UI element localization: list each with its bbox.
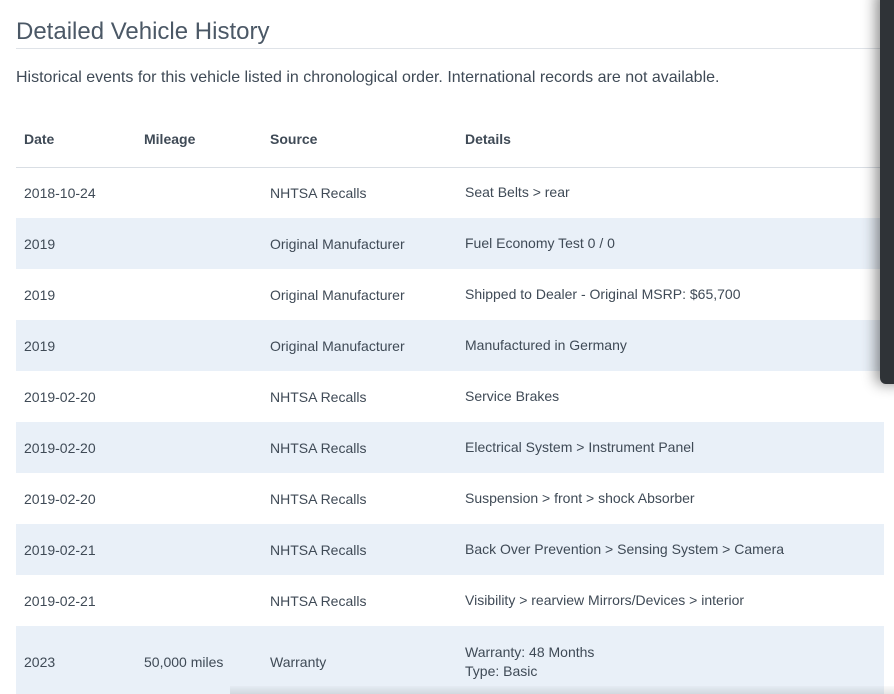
cell-mileage xyxy=(136,422,262,473)
cell-date: 2019-02-20 xyxy=(24,490,96,507)
table-row: 2018-10-24 NHTSA Recalls Seat Belts > rear xyxy=(16,167,884,218)
details-line: Visibility > rearview Mirrors/Devices > … xyxy=(465,592,745,608)
details-line: Type: Basic xyxy=(465,662,538,679)
table-row: 2019-02-20 NHTSA Recalls Electrical System… xyxy=(16,422,884,473)
table-row: 2019-02-20 NHTSA Recalls Suspension > fron… xyxy=(16,473,884,524)
cell-mileage xyxy=(136,167,262,218)
details-line: Manufactured in Germany xyxy=(465,337,627,353)
table-row: 2023 50,000 miles Warranty Warranty: 48 Mon… xyxy=(16,626,884,694)
cell-source: NHTSA Recalls xyxy=(262,524,457,575)
cell-mileage xyxy=(136,473,262,524)
table-row: 2019 Original Manufacturer Fuel Economy Te… xyxy=(16,218,884,269)
cell-date: 2019-02-21 xyxy=(16,524,136,575)
header-mileage[interactable]: Mileage xyxy=(136,112,262,168)
cell-details: Back Over Prevention > Sensing System > … xyxy=(457,524,884,575)
cell-details: Shipped to Dealer - Original MSRP: $65,7… xyxy=(457,269,884,320)
details-line: Seat Belts > rear xyxy=(465,184,570,201)
details-line: Warranty: 48 Months xyxy=(465,643,595,660)
details-line: Back Over Prevention > Sensing System > … xyxy=(465,541,785,557)
page: Detailed Vehicle History Historical even… xyxy=(0,0,894,694)
details-line: Service Brakes xyxy=(465,388,560,404)
cell-source: Warranty xyxy=(262,626,457,694)
details-line: Electrical System > Instrument Panel xyxy=(465,439,695,455)
cell-date: 2019 xyxy=(16,218,136,269)
table-row: 2019-02-20 NHTSA Recalls Service Brakes xyxy=(16,371,884,422)
cell-source: NHTSA Recalls xyxy=(270,592,367,609)
details-line: Suspension > front > shock Absorber xyxy=(465,490,695,506)
cell-details: Manufactured in Germany xyxy=(457,320,884,371)
title-divider xyxy=(16,48,884,49)
cell-mileage xyxy=(136,575,262,626)
cell-source: NHTSA Recalls xyxy=(262,422,457,473)
cell-mileage xyxy=(136,218,262,269)
cell-date: 2023 xyxy=(16,626,136,694)
header-details[interactable]: Details xyxy=(457,112,884,168)
vehicle-history-table: Date Mileage Source Details 2018-10-24 NH… xyxy=(16,112,884,694)
cell-mileage xyxy=(136,269,262,320)
main-content: Detailed Vehicle History Historical even… xyxy=(16,0,884,694)
cell-details: Warranty: 48 Months Type: Basic xyxy=(457,626,884,694)
cell-source: Original Manufacturer xyxy=(270,286,405,303)
details-line: Fuel Economy Test 0 / 0 xyxy=(465,235,615,251)
table-body: 2018-10-24 NHTSA Recalls Seat Belts > rear… xyxy=(16,167,884,694)
cell-details: Visibility > rearview Mirrors/Devices > … xyxy=(457,575,884,626)
cell-mileage xyxy=(136,371,262,422)
cell-source: Original Manufacturer xyxy=(262,218,457,269)
table-header-row: Date Mileage Source Details xyxy=(16,112,884,168)
cell-details: Suspension > front > shock Absorber xyxy=(457,473,884,524)
cell-date: 2018-10-24 xyxy=(24,184,96,201)
cell-source: NHTSA Recalls xyxy=(270,184,367,201)
header-date[interactable]: Date xyxy=(16,112,136,168)
cell-mileage xyxy=(136,524,262,575)
cell-date: 2019-02-20 xyxy=(16,422,136,473)
cell-date: 2019 xyxy=(24,286,56,303)
cell-source: NHTSA Recalls xyxy=(270,490,367,507)
cell-details: Service Brakes xyxy=(457,371,884,422)
side-panel-edge[interactable] xyxy=(880,0,894,384)
cell-date: 2019-02-21 xyxy=(24,592,96,609)
details-line: Shipped to Dealer - Original MSRP: $65,7… xyxy=(465,286,741,302)
table-row: 2019-02-21 NHTSA Recalls Back Over Prevent… xyxy=(16,524,884,575)
bottom-shadow xyxy=(230,686,894,694)
cell-details: Fuel Economy Test 0 / 0 xyxy=(457,218,884,269)
table-row: 2019-02-21 NHTSA Recalls Visibility > rear… xyxy=(16,575,884,626)
cell-source: NHTSA Recalls xyxy=(270,388,367,405)
intro-text: Historical events for this vehicle liste… xyxy=(16,69,720,86)
cell-mileage xyxy=(136,320,262,371)
cell-details: Electrical System > Instrument Panel xyxy=(457,422,884,473)
cell-date: 2019 xyxy=(16,320,136,371)
header-source[interactable]: Source xyxy=(262,112,457,168)
table-row: 2019 Original Manufacturer Manufactured in… xyxy=(16,320,884,371)
table-row: 2019 Original Manufacturer Shipped to Deal… xyxy=(16,269,884,320)
cell-details: Seat Belts > rear xyxy=(457,167,884,218)
page-title: Detailed Vehicle History xyxy=(16,18,270,45)
cell-date: 2019-02-20 xyxy=(24,388,96,405)
cell-mileage: 50,000 miles xyxy=(136,626,262,694)
cell-source: Original Manufacturer xyxy=(262,320,457,371)
